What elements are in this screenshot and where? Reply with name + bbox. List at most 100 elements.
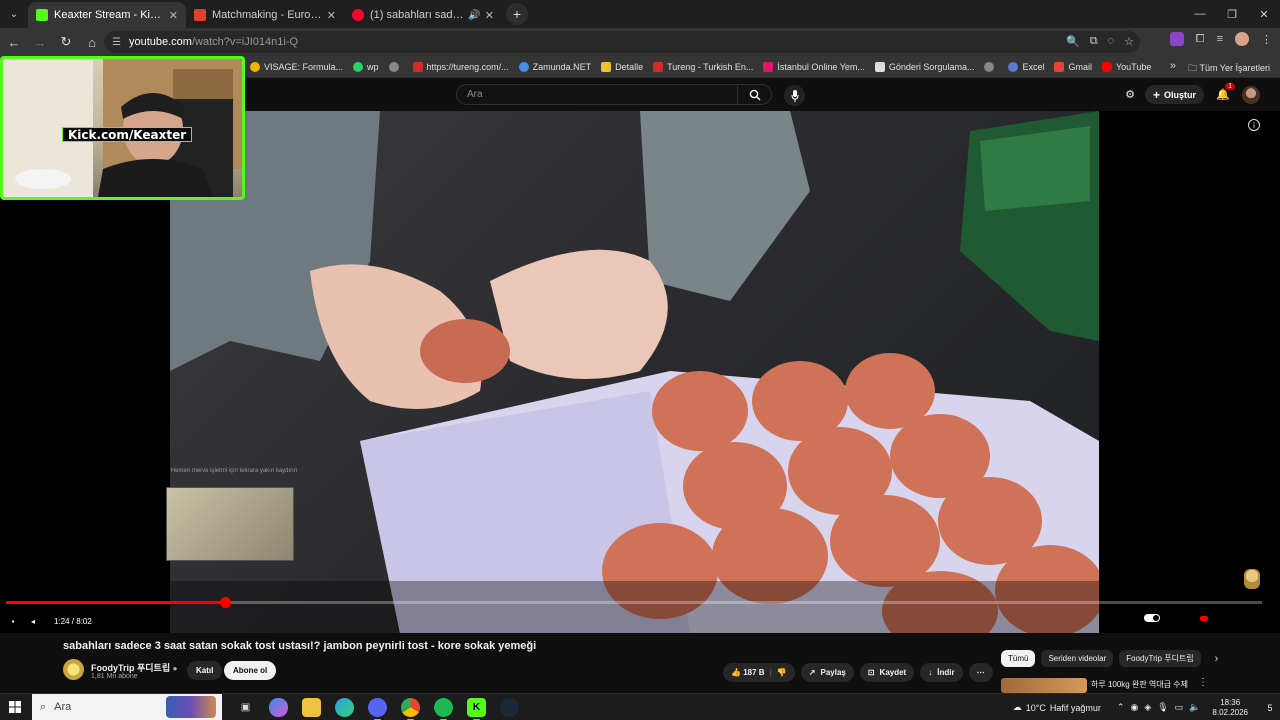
tab-matchmaking[interactable]: Matchmaking - Europe 5v5 Queue ✕ [186,2,344,28]
related-more-icon[interactable]: ⋮ [1198,677,1208,688]
maximize-icon[interactable]: ❐ [1216,0,1248,28]
close-tab-icon[interactable]: ✕ [169,9,178,22]
tray-chevron-icon[interactable]: ⌃ [1117,702,1125,713]
create-button[interactable]: + Oluştur [1144,85,1204,104]
youtube-search-input[interactable] [457,89,737,100]
more-bookmarks-icon[interactable]: » [1170,60,1176,72]
system-clock[interactable]: 18:36 8.02.2026 [1212,698,1248,718]
address-bar[interactable]: ☰ youtube.com /watch?v=iJI014n1i-Q 🔍 ⧉ ◌… [104,31,1140,53]
bookmark-item[interactable]: VISAGE: Formula... [250,61,343,72]
notifications-button[interactable]: 🔔 1 [1214,82,1235,104]
spotify-icon[interactable] [434,697,453,720]
media-control-icon[interactable]: ≡ [1217,33,1223,45]
voice-search-button[interactable] [784,85,805,106]
search-highlight-image [166,695,216,718]
related-video-title[interactable]: 하루 100kg 완판 역대급 수제 [1091,679,1201,690]
notification-center-button[interactable]: 5 [1260,703,1280,713]
chrome-icon[interactable] [401,697,420,720]
close-tab-icon[interactable]: ✕ [327,9,336,22]
autoplay-toggle[interactable] [1144,614,1160,622]
account-avatar[interactable] [1242,85,1260,104]
zoom-icon[interactable]: 🔍 [1066,35,1080,48]
bookmark-item[interactable]: İstanbul Online Yem... [763,61,865,72]
bookmark-icon: ⊡ [867,668,875,677]
start-button[interactable] [0,701,30,713]
progress-scrubber[interactable] [219,597,231,608]
minimize-icon[interactable]: — [1184,0,1216,28]
bookmark-item[interactable]: Tureng - Turkish En... [653,61,753,72]
network-icon[interactable]: ▭ [1175,702,1184,713]
chip-series[interactable]: Seriden videolar [1041,650,1114,667]
channel-watermark-icon[interactable] [1244,569,1260,589]
bookmark-item[interactable]: Zamunda.NET [518,61,591,72]
volume-icon[interactable]: 🔈 [1189,702,1200,713]
home-icon[interactable]: ⌂ [80,30,104,54]
file-explorer-icon[interactable] [302,697,321,717]
subscribe-button[interactable]: Abone ol [224,661,277,680]
bookmark-item[interactable]: Detalle [601,61,643,72]
dislike-icon[interactable]: 👎 [777,668,787,677]
taskbar-search[interactable]: ⌕ Ara [32,693,222,720]
audio-playing-icon[interactable]: 🔊 [468,10,480,21]
bookmark-item[interactable]: YouTube [1101,61,1151,72]
bookmark-item[interactable] [984,61,998,72]
steam-icon[interactable] [500,697,519,717]
extension-icon[interactable] [1169,32,1184,46]
download-button[interactable]: ↓ İndir [920,663,963,682]
bookmark-star-icon[interactable]: ☆ [1124,35,1134,48]
all-bookmarks-folder[interactable]: 🗀 Tüm Yer İşaretleri [1188,61,1270,77]
chip-channel[interactable]: FoodyTrip 푸디트립 [1119,650,1201,667]
next-icon[interactable]: ◂ [26,617,40,626]
copilot-icon[interactable] [269,697,288,717]
chevron-right-icon[interactable]: › [1215,653,1219,665]
task-view-icon[interactable]: ▣ [236,698,255,717]
close-window-icon[interactable]: ✕ [1248,0,1280,28]
info-icon[interactable]: i [1248,119,1260,131]
tray-app-icon[interactable]: ◉ [1130,702,1138,713]
back-icon[interactable]: ← [2,30,26,54]
discord-icon[interactable] [368,697,387,720]
edge-icon[interactable] [335,697,354,717]
chip-all[interactable]: Tümü [1001,650,1036,667]
kick-app-icon[interactable]: K [467,697,486,720]
microphone-icon[interactable]: 🎙 [1157,702,1168,713]
related-video-thumbnail[interactable] [1001,678,1087,693]
taskbar-apps: ▣ K [236,697,519,720]
profile-avatar-icon[interactable] [1235,32,1249,46]
site-info-icon[interactable]: ☰ [112,37,121,48]
forward-icon[interactable]: → [28,30,52,54]
create-video-icon[interactable]: ⚙ [1125,88,1135,101]
windows-logo-icon [9,701,21,713]
tray-app-icon[interactable]: ◈ [1144,702,1151,713]
like-dislike-group: 👍 187 B | 👎 [723,663,795,682]
extensions-puzzle-icon[interactable]: ⧠ [1196,33,1205,46]
channel-avatar[interactable] [63,659,84,680]
tab-search-icon[interactable]: ⌄ [0,0,28,28]
new-tab-button[interactable]: + [506,3,528,25]
reload-icon[interactable]: ↻ [54,30,78,54]
cast-icon[interactable]: ⧉ [1090,35,1098,48]
bookmark-item[interactable]: Gönderi Sorgulama... [874,61,974,72]
close-tab-icon[interactable]: ✕ [485,9,494,22]
bookmark-item[interactable]: https://tureng.com/... [412,61,509,72]
bookmark-item[interactable]: Gmail [1054,61,1092,72]
menu-kebab-icon[interactable]: ⋮ [1261,33,1272,46]
like-button[interactable]: 👍 187 B [731,668,765,677]
share-button[interactable]: ↗ Paylaş [800,663,854,682]
join-button[interactable]: Katıl [187,661,223,680]
clock-time: 18:36 [1220,697,1241,707]
save-button[interactable]: ⊡ Kaydet [859,663,915,682]
search-button[interactable] [737,84,771,105]
eye-off-icon[interactable]: ◌ [1108,35,1115,48]
bookmark-item[interactable] [388,61,403,72]
video-frame[interactable] [170,111,1099,633]
progress-bar[interactable] [6,597,1262,608]
weather-widget[interactable]: ☁ 10°C Hafif yağmur [1013,702,1101,713]
more-actions-button[interactable]: ⋯ [968,663,993,682]
tab-title: Matchmaking - Europe 5v5 Queue [212,9,323,21]
play-pause-icon[interactable]: ▪ [6,617,20,626]
bookmark-item[interactable]: Excel [1008,61,1044,72]
tab-kick-dashboard[interactable]: Keaxter Stream - Kick Dashboard ✕ [28,2,186,28]
bookmark-item[interactable]: wp [353,61,379,72]
tab-youtube-video[interactable]: (1) sabahları sadece 3 saat satan sokak … [344,2,502,28]
